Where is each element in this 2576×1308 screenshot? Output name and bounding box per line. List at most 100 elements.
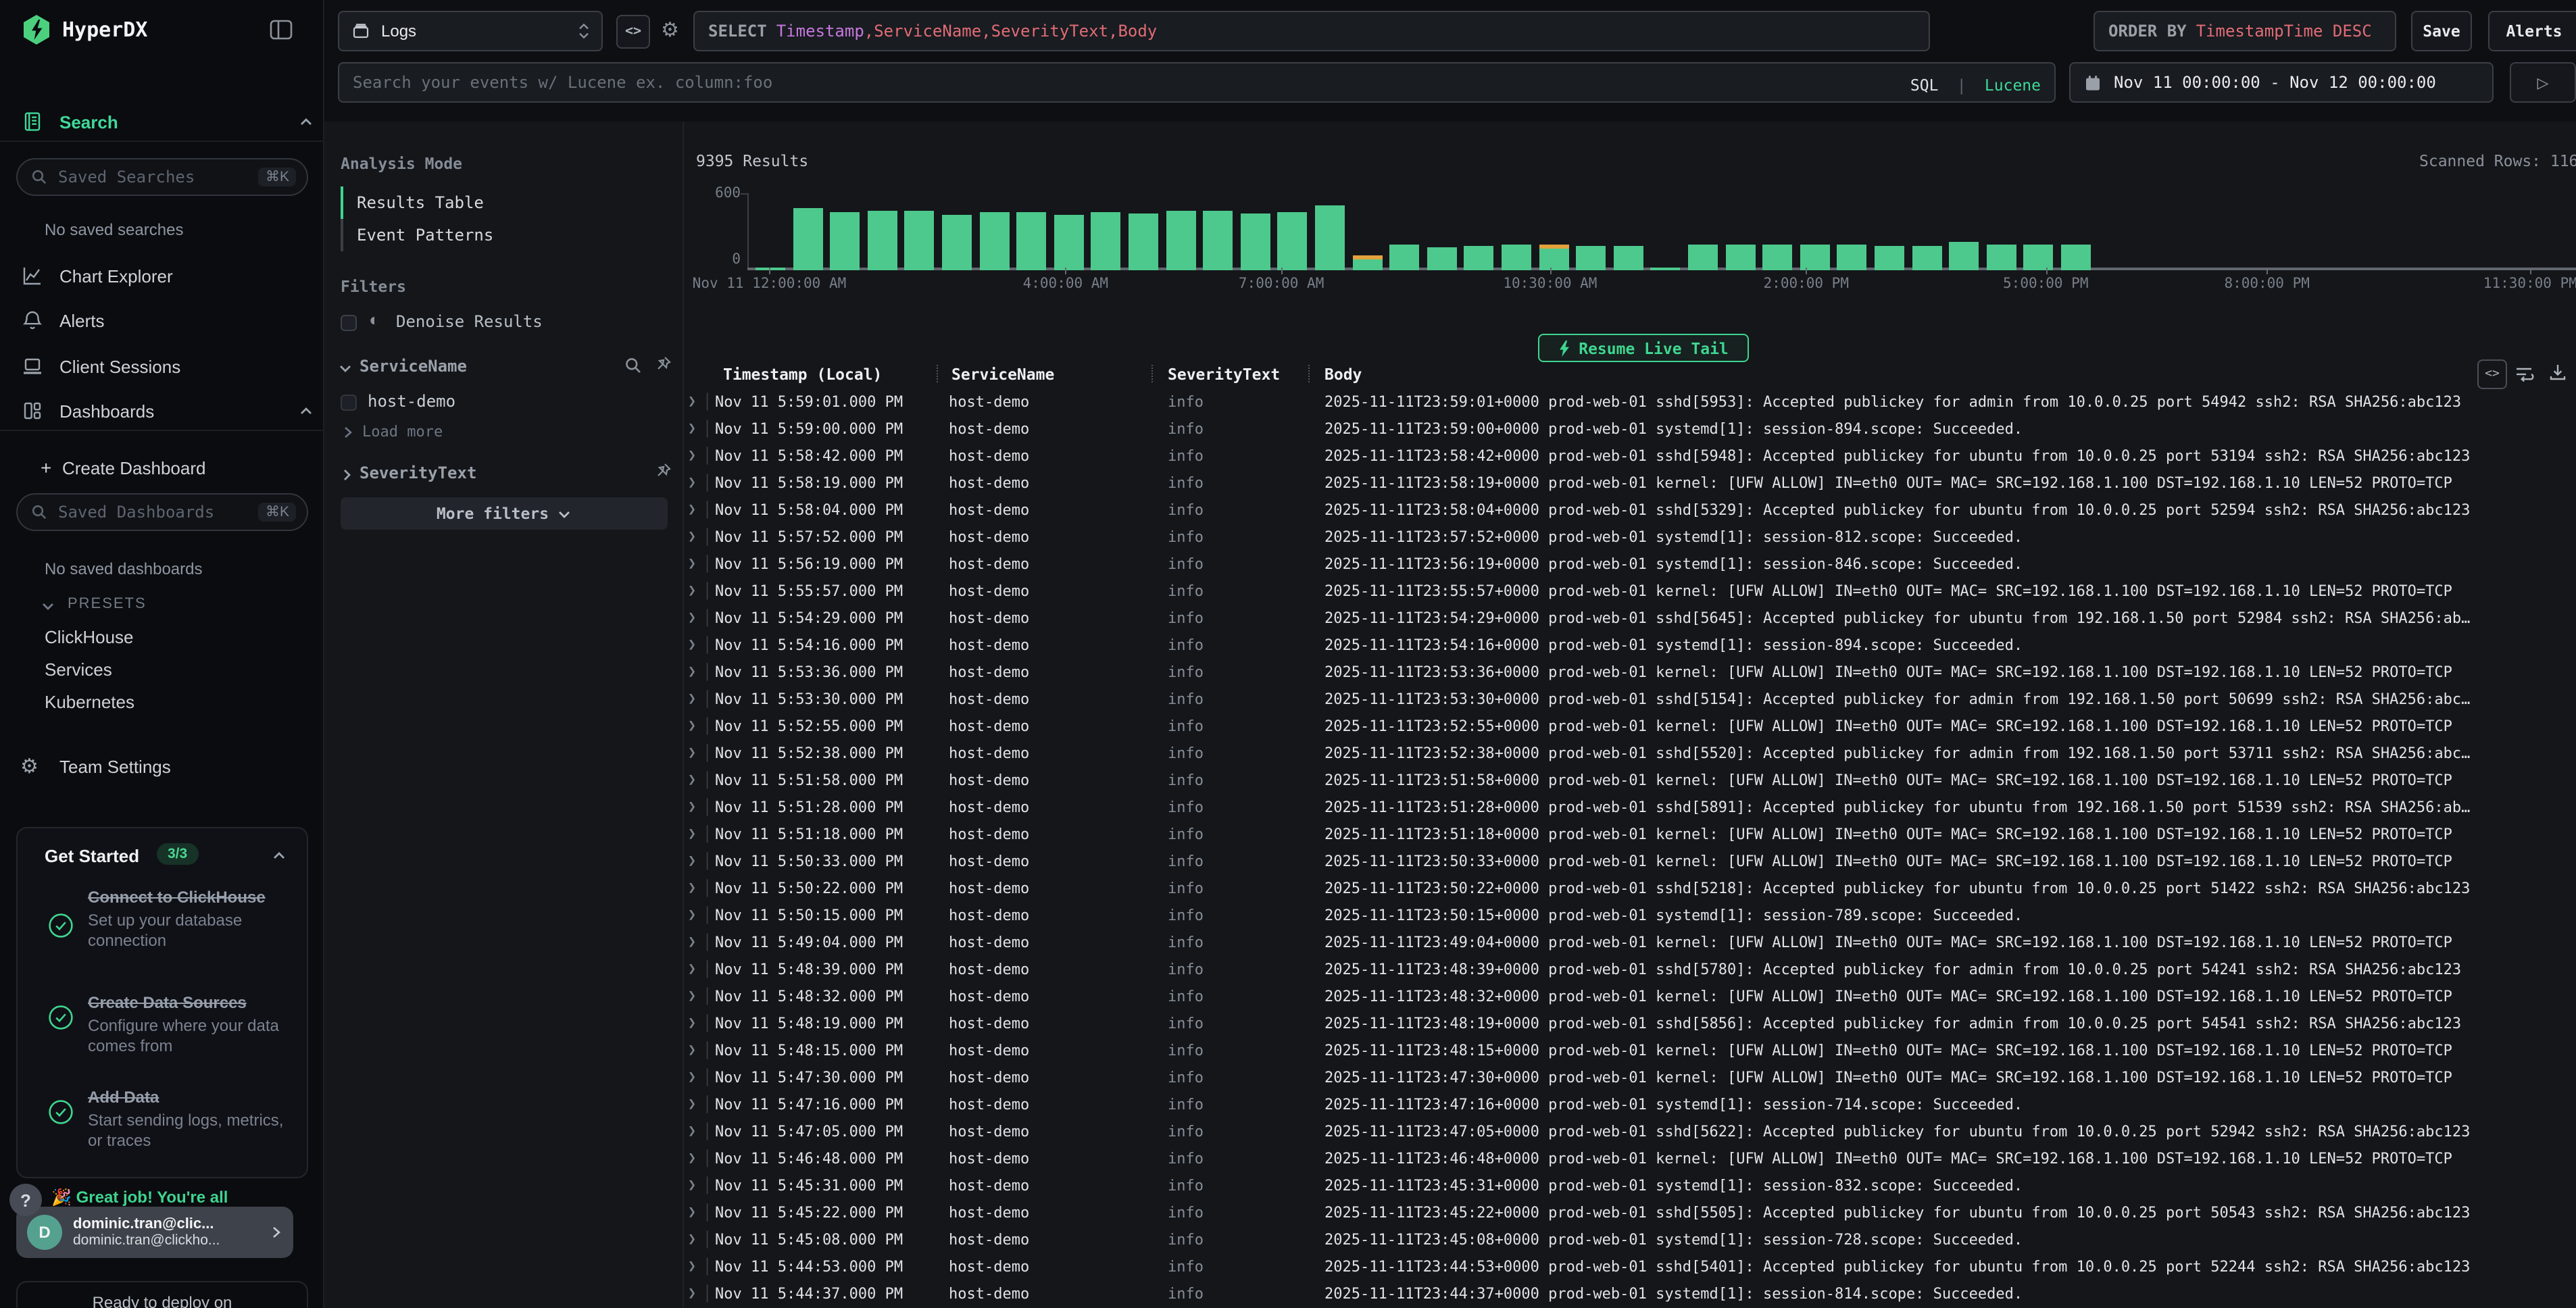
more-filters-button[interactable]: More filters xyxy=(341,497,668,530)
table-row[interactable]: ❯│Nov 11 5:59:01.000 PMhost-demoinfo2025… xyxy=(683,389,2576,416)
histogram-bar[interactable] xyxy=(1688,245,1718,270)
row-expand-chevron-icon[interactable]: ❯ xyxy=(688,768,696,795)
servicename-chevron-down-icon[interactable] xyxy=(338,361,353,376)
histogram-bar[interactable] xyxy=(1800,245,1830,270)
row-expand-chevron-icon[interactable]: ❯ xyxy=(688,1173,696,1200)
histogram-bar[interactable] xyxy=(1278,212,1308,270)
histogram-bar[interactable] xyxy=(1427,247,1457,270)
table-row[interactable]: ❯│Nov 11 5:54:29.000 PMhost-demoinfo2025… xyxy=(683,605,2576,632)
row-expand-chevron-icon[interactable]: ❯ xyxy=(688,524,696,551)
row-expand-chevron-icon[interactable]: ❯ xyxy=(688,497,696,524)
order-by-input[interactable]: ORDER BY TimestampTime DESC xyxy=(2094,11,2396,51)
run-query-button[interactable]: ▷ xyxy=(2510,62,2576,103)
histogram-bar[interactable] xyxy=(2024,245,2054,270)
row-expand-chevron-icon[interactable]: ❯ xyxy=(688,1065,696,1092)
filter-group-severitytext[interactable]: SeverityText xyxy=(360,463,476,482)
row-expand-chevron-icon[interactable]: ❯ xyxy=(688,470,696,497)
table-row[interactable]: ❯│Nov 11 5:44:53.000 PMhost-demoinfo2025… xyxy=(683,1254,2576,1281)
table-row[interactable]: ❯│Nov 11 5:47:16.000 PMhost-demoinfo2025… xyxy=(683,1092,2576,1119)
lang-lucene-toggle[interactable]: Lucene xyxy=(1985,75,2041,94)
sidebar-item-client-sessions[interactable]: Client Sessions xyxy=(59,357,180,377)
histogram-bar[interactable] xyxy=(1875,246,1904,270)
histogram-bar[interactable] xyxy=(1091,212,1121,270)
row-expand-chevron-icon[interactable]: ❯ xyxy=(688,713,696,740)
load-more-chevron-right-icon[interactable] xyxy=(341,426,354,439)
source-select[interactable]: Logs xyxy=(338,11,603,51)
histogram-bar[interactable] xyxy=(1241,213,1270,270)
col-header-timestamp[interactable]: Timestamp (Local) xyxy=(723,365,882,384)
table-row[interactable]: ❯│Nov 11 5:56:19.000 PMhost-demoinfo2025… xyxy=(683,551,2576,578)
download-icon[interactable] xyxy=(2548,362,2568,382)
row-expand-chevron-icon[interactable]: ❯ xyxy=(688,578,696,605)
table-row[interactable]: ❯│Nov 11 5:57:52.000 PMhost-demoinfo2025… xyxy=(683,524,2576,551)
table-row[interactable]: ❯│Nov 11 5:51:18.000 PMhost-demoinfo2025… xyxy=(683,822,2576,849)
histogram-bar[interactable] xyxy=(1837,245,1867,270)
histogram-bar[interactable] xyxy=(1651,268,1681,270)
col-header-body[interactable]: Body xyxy=(1324,365,1362,384)
severitytext-chevron-right-icon[interactable] xyxy=(339,468,354,482)
table-row[interactable]: ❯│Nov 11 5:47:30.000 PMhost-demoinfo2025… xyxy=(683,1065,2576,1092)
histogram-bar[interactable] xyxy=(905,211,935,270)
row-expand-chevron-icon[interactable]: ❯ xyxy=(688,1146,696,1173)
row-expand-chevron-icon[interactable]: ❯ xyxy=(688,1011,696,1038)
query-settings-gear-icon[interactable]: ⚙ xyxy=(661,18,679,42)
histogram-bar[interactable] xyxy=(793,208,822,270)
histogram-bar[interactable] xyxy=(1203,211,1233,270)
histogram-bar[interactable] xyxy=(1912,246,1941,270)
table-row[interactable]: ❯│Nov 11 5:51:58.000 PMhost-demoinfo2025… xyxy=(683,768,2576,795)
dashboards-section-chevron-up-icon[interactable] xyxy=(299,404,314,419)
row-expand-chevron-icon[interactable]: ❯ xyxy=(688,1281,696,1308)
row-expand-chevron-icon[interactable]: ❯ xyxy=(688,416,696,443)
get-started-chevron-up-icon[interactable] xyxy=(272,849,287,863)
wrap-lines-icon[interactable] xyxy=(2514,363,2534,384)
col-header-servicename[interactable]: ServiceName xyxy=(951,365,1054,384)
row-expand-chevron-icon[interactable]: ❯ xyxy=(688,849,696,876)
denoise-label[interactable]: Denoise Results xyxy=(396,312,543,331)
table-row[interactable]: ❯│Nov 11 5:48:15.000 PMhost-demoinfo2025… xyxy=(683,1038,2576,1065)
mode-event-patterns[interactable]: Event Patterns xyxy=(341,219,668,251)
saved-searches-input[interactable]: Saved Searches ⌘K xyxy=(16,158,308,196)
table-row[interactable]: ❯│Nov 11 5:44:37.000 PMhost-demoinfo2025… xyxy=(683,1281,2576,1308)
histogram-bar[interactable] xyxy=(868,211,897,270)
alerts-button[interactable]: Alerts xyxy=(2488,11,2576,51)
row-expand-chevron-icon[interactable]: ❯ xyxy=(688,903,696,930)
row-expand-chevron-icon[interactable]: ❯ xyxy=(688,930,696,957)
user-menu[interactable]: D dominic.tran@clic... dominic.tran@clic… xyxy=(16,1207,293,1258)
presets-chevron-down-icon[interactable] xyxy=(41,599,55,613)
sidebar-item-alerts[interactable]: Alerts xyxy=(59,311,104,331)
denoise-checkbox[interactable] xyxy=(341,315,357,331)
help-button[interactable]: ? xyxy=(9,1184,42,1216)
table-row[interactable]: ❯│Nov 11 5:50:33.000 PMhost-demoinfo2025… xyxy=(683,849,2576,876)
col-header-severitytext[interactable]: SeverityText xyxy=(1168,365,1280,384)
table-row[interactable]: ❯│Nov 11 5:55:57.000 PMhost-demoinfo2025… xyxy=(683,578,2576,605)
row-expand-chevron-icon[interactable]: ❯ xyxy=(688,389,696,416)
table-row[interactable]: ❯│Nov 11 5:53:30.000 PMhost-demoinfo2025… xyxy=(683,686,2576,713)
table-row[interactable]: ❯│Nov 11 5:52:55.000 PMhost-demoinfo2025… xyxy=(683,713,2576,740)
row-expand-chevron-icon[interactable]: ❯ xyxy=(688,443,696,470)
table-row[interactable]: ❯│Nov 11 5:50:15.000 PMhost-demoinfo2025… xyxy=(683,903,2576,930)
row-expand-chevron-icon[interactable]: ❯ xyxy=(688,822,696,849)
table-row[interactable]: ❯│Nov 11 5:52:38.000 PMhost-demoinfo2025… xyxy=(683,740,2576,768)
table-row[interactable]: ❯│Nov 11 5:48:39.000 PMhost-demoinfo2025… xyxy=(683,957,2576,984)
table-row[interactable]: ❯│Nov 11 5:58:19.000 PMhost-demoinfo2025… xyxy=(683,470,2576,497)
sidebar-item-team-settings[interactable]: Team Settings xyxy=(59,757,171,777)
table-row[interactable]: ❯│Nov 11 5:45:22.000 PMhost-demoinfo2025… xyxy=(683,1200,2576,1227)
save-button[interactable]: Save xyxy=(2411,11,2472,51)
histogram-bar[interactable] xyxy=(979,212,1009,270)
histogram-bar[interactable] xyxy=(1949,242,1979,270)
service-host-demo-checkbox[interactable] xyxy=(341,395,357,411)
column-resize-handle[interactable] xyxy=(1308,365,1310,382)
histogram-bar[interactable] xyxy=(1389,245,1419,270)
row-expand-chevron-icon[interactable]: ❯ xyxy=(688,795,696,822)
table-row[interactable]: ❯│Nov 11 5:54:16.000 PMhost-demoinfo2025… xyxy=(683,632,2576,659)
row-expand-chevron-icon[interactable]: ❯ xyxy=(688,632,696,659)
row-expand-chevron-icon[interactable]: ❯ xyxy=(688,1227,696,1254)
table-row[interactable]: ❯│Nov 11 5:46:48.000 PMhost-demoinfo2025… xyxy=(683,1146,2576,1173)
table-row[interactable]: ❯│Nov 11 5:48:32.000 PMhost-demoinfo2025… xyxy=(683,984,2576,1011)
row-expand-chevron-icon[interactable]: ❯ xyxy=(688,659,696,686)
sql-mode-toggle-button[interactable]: <> xyxy=(616,15,650,49)
histogram-bar[interactable] xyxy=(1129,213,1158,270)
table-row[interactable]: ❯│Nov 11 5:59:00.000 PMhost-demoinfo2025… xyxy=(683,416,2576,443)
sidebar-item-search[interactable]: Search xyxy=(59,112,118,132)
sidebar-item-chart-explorer[interactable]: Chart Explorer xyxy=(59,266,173,286)
